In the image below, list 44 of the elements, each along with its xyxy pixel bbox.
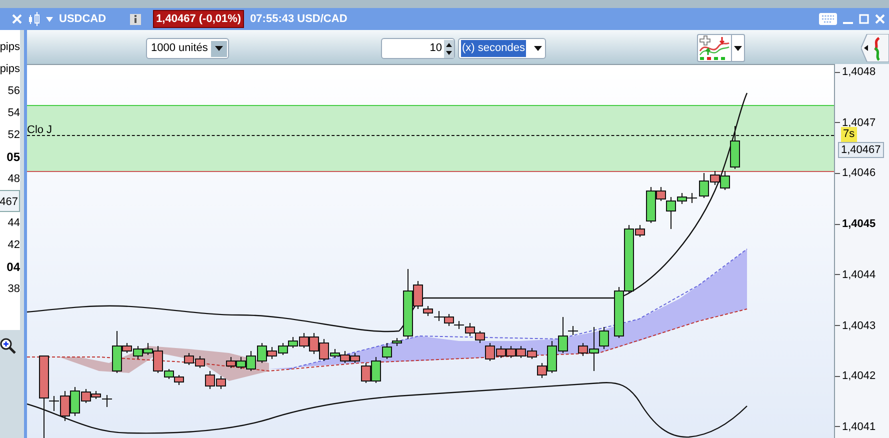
caret-icon — [215, 46, 223, 51]
interval-spinner[interactable]: 10 — [381, 38, 455, 59]
ladder-price: 05 — [6, 149, 20, 166]
ladder-price: 52 — [8, 128, 20, 143]
ladder-price: pips — [0, 62, 20, 77]
caret-icon — [534, 46, 542, 51]
unit-dropdown[interactable]: (x) secondes — [458, 38, 546, 59]
axis-price-label: 1,4046 — [842, 167, 876, 180]
spin-arrows-icon[interactable] — [444, 40, 454, 58]
timer-badge: 7s — [841, 127, 857, 142]
ladder-price: 56 — [8, 84, 20, 99]
quantity-dropdown[interactable]: 1000 unités — [146, 38, 229, 59]
close-icon[interactable] — [875, 14, 885, 24]
candlestick-icon[interactable] — [28, 12, 40, 26]
axis-price-label: 1,4047 — [842, 116, 876, 129]
maximize-icon[interactable] — [859, 14, 869, 24]
indicator-chart-icon — [698, 35, 730, 61]
axis-price-label: 1,4048 — [842, 66, 876, 78]
axis-price-label: 1,4044 — [842, 268, 876, 281]
arrows-icon[interactable] — [861, 34, 889, 62]
ladder-price: 54 — [8, 106, 20, 121]
ladder-price: 42 — [8, 238, 20, 253]
ladder-price: 48 — [8, 172, 20, 187]
info-icon[interactable] — [130, 14, 142, 24]
current-price-tag: 1,40467 — [838, 142, 884, 158]
caret-icon — [734, 46, 742, 50]
axis-price-label: 1,4045 — [842, 218, 876, 230]
close-icon[interactable] — [12, 14, 22, 24]
time-and-pair: 07:55:43 USD/CAD — [250, 12, 348, 27]
ladder-price: 04 — [6, 259, 20, 276]
ladder-price: 38 — [8, 282, 20, 297]
indicator-button[interactable] — [697, 34, 745, 62]
ladder-price: pips — [0, 40, 20, 55]
ladder-price: 467 — [0, 190, 20, 212]
axis-price-label: 1,4043 — [842, 320, 876, 332]
zone-label: Clo J — [27, 123, 52, 138]
keyboard-icon[interactable] — [819, 13, 837, 25]
caret-icon[interactable] — [46, 16, 53, 22]
zoom-icon[interactable] — [0, 338, 16, 354]
ladder-price: 44 — [8, 216, 20, 231]
axis-price-label: 1,4041 — [842, 420, 876, 433]
price-badge: 1,40467 (-0,01%) — [153, 10, 244, 28]
axis-price-label: 1,4042 — [842, 370, 876, 382]
window-title: USDCAD — [59, 12, 106, 27]
